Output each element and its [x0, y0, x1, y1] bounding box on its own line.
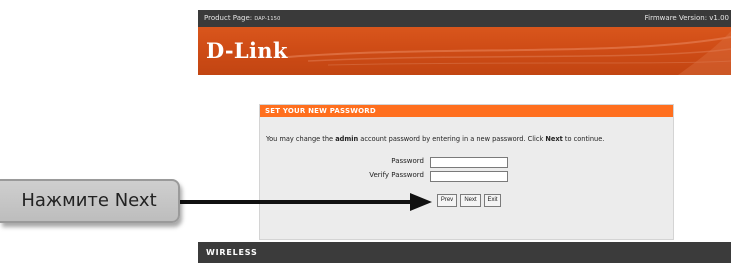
- wireless-bar: WIRELESS: [198, 242, 731, 263]
- dlink-logo: D-Link: [206, 38, 288, 63]
- firmware-version: Firmware Version: v1.00: [644, 14, 729, 22]
- callout-box: Нажмите Next: [0, 179, 180, 223]
- verify-password-label: Verify Password: [369, 171, 424, 179]
- password-label: Password: [391, 157, 424, 165]
- password-input[interactable]: [430, 157, 508, 168]
- panel-description: You may change the admin account passwor…: [266, 135, 605, 143]
- dlink-banner: D-Link: [198, 27, 731, 75]
- exit-button[interactable]: Exit: [484, 194, 501, 207]
- verify-password-input[interactable]: [430, 171, 508, 182]
- prev-button[interactable]: Prev: [437, 194, 457, 207]
- wireless-label: WIRELESS: [206, 248, 258, 257]
- panel-header: SET YOUR NEW PASSWORD: [260, 105, 673, 117]
- next-button[interactable]: Next: [460, 194, 481, 207]
- top-bar: Product Page: DAP-1150 Firmware Version:…: [198, 10, 731, 27]
- screenshot: Product Page: DAP-1150 Firmware Version:…: [0, 0, 731, 263]
- set-password-panel: SET YOUR NEW PASSWORD You may change the…: [259, 104, 674, 240]
- model-number: DAP-1150: [254, 16, 281, 22]
- product-page-label: Product Page: DAP-1150: [204, 14, 281, 22]
- callout-text: Нажмите Next: [21, 190, 157, 211]
